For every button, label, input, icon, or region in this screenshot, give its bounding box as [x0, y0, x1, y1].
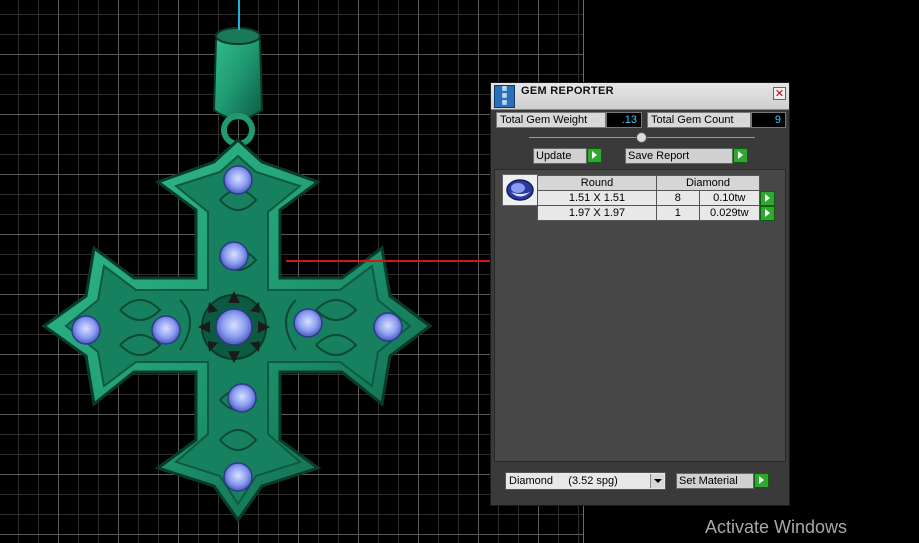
table-header-row: Round Diamond	[537, 175, 777, 191]
gem-reporter-panel: ▦ ▦ ▦ GEM REPORTER ✕ Total Gem Weight .13 …	[490, 82, 790, 506]
x-axis-line	[286, 260, 491, 262]
panel-title: GEM REPORTER	[521, 85, 614, 97]
header-spacer	[759, 175, 777, 191]
row-go-arrow-icon[interactable]	[760, 205, 775, 221]
report-area: Round Diamond 1.51 X 1.51 8 0.10tw 1.97 …	[494, 169, 786, 462]
row-go-arrow-icon[interactable]	[760, 190, 775, 206]
gem-weight-cell: 0.029tw	[698, 205, 761, 221]
material-selected-value: Diamond (3.52 spg)	[509, 475, 618, 487]
table-row[interactable]: 1.51 X 1.51 8 0.10tw	[537, 190, 777, 206]
save-report-go-arrow-icon[interactable]	[733, 148, 748, 163]
gem-size-cell: 1.51 X 1.51	[537, 190, 657, 206]
slider-knob[interactable]	[636, 132, 647, 143]
gem-table: Round Diamond 1.51 X 1.51 8 0.10tw 1.97 …	[537, 175, 777, 221]
column-header-material: Diamond	[656, 175, 760, 191]
gem-reporter-icon: ▦ ▦ ▦	[494, 85, 515, 108]
total-gem-weight-value: .13	[606, 112, 642, 128]
save-report-button[interactable]: Save Report	[625, 148, 733, 164]
material-dropdown[interactable]: Diamond (3.52 spg)	[505, 472, 666, 490]
dropdown-arrow-icon[interactable]	[650, 474, 664, 488]
total-gem-count-value: 9	[751, 112, 786, 128]
panel-titlebar[interactable]: ▦ ▦ ▦ GEM REPORTER ✕	[491, 83, 789, 110]
gem-weight-cell: 0.10tw	[698, 190, 761, 206]
set-material-go-arrow-icon[interactable]	[754, 473, 769, 488]
gem-count-cell: 8	[656, 190, 700, 206]
update-button[interactable]: Update	[533, 148, 587, 164]
column-header-shape: Round	[537, 175, 657, 191]
gem-thumbnail-icon[interactable]	[502, 174, 538, 206]
update-go-arrow-icon[interactable]	[587, 148, 602, 163]
table-row[interactable]: 1.97 X 1.97 1 0.029tw	[537, 205, 777, 221]
total-gem-count-label: Total Gem Count	[647, 112, 751, 128]
activate-windows-watermark: Activate Windows	[705, 517, 848, 537]
gem-size-cell: 1.97 X 1.97	[537, 205, 657, 221]
set-material-button[interactable]: Set Material	[676, 473, 754, 489]
row-go-cell	[759, 190, 777, 206]
total-gem-weight-label: Total Gem Weight	[496, 112, 606, 128]
row-go-cell	[759, 205, 777, 221]
gem-count-cell: 1	[656, 205, 700, 221]
close-icon[interactable]: ✕	[773, 87, 786, 100]
y-axis-line	[238, 0, 240, 30]
